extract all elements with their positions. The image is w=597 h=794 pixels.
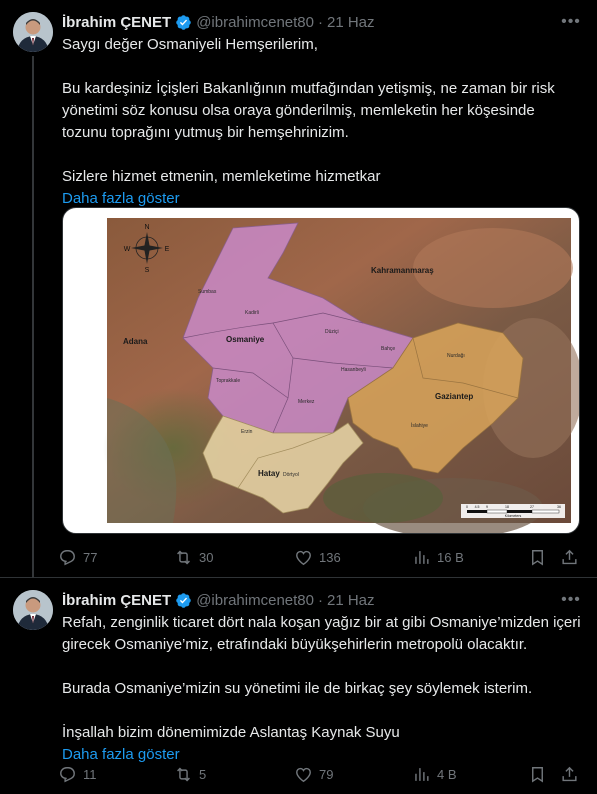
map-label-bahce: Bahçe (381, 346, 395, 352)
map-label-duzici: Düziçi (325, 329, 339, 335)
scale-tick: 36 (557, 505, 561, 509)
map-label-nurdagi: Nurdağı (447, 353, 465, 359)
tweet-paragraph: Refah, zenginlik ticaret dört nala koşan… (62, 614, 581, 653)
like-button[interactable]: 136 (294, 548, 341, 567)
like-icon (296, 767, 311, 782)
scale-tick: 9 (486, 505, 488, 509)
avatar[interactable] (13, 590, 53, 630)
more-icon[interactable]: ••• (559, 588, 583, 612)
compass-e-label: E (165, 246, 170, 253)
separator-dot: · (317, 13, 323, 31)
map-label-osmaniye: Osmaniye (226, 335, 265, 344)
scale-unit: Kilometers (505, 514, 522, 518)
tweet-date[interactable]: 21 Haz (327, 592, 375, 609)
tweet-1[interactable]: İbrahim ÇENET @ibrahimcenet80 · 21 Haz •… (0, 0, 597, 578)
map-label-erzin: Erzin (241, 429, 253, 435)
repost-icon (177, 550, 190, 564)
scale-tick: 27 (530, 505, 534, 509)
verified-badge-icon (176, 592, 191, 608)
tweet-text: Saygı değer Osmaniyeli Hemşerilerim, Bu … (62, 34, 583, 210)
map-scale-bar: 0 4.5 9 18 27 36 Kilometers (461, 504, 565, 518)
map-label-sumbas: Sumbas (198, 289, 217, 295)
views-count: 4 B (437, 766, 457, 782)
repost-count: 5 (199, 766, 207, 782)
author-handle[interactable]: @ibrahimcenet80 (196, 592, 314, 609)
tweet-header: İbrahim ÇENET @ibrahimcenet80 · 21 Haz (62, 12, 375, 32)
separator-dot: · (317, 591, 323, 609)
tweet-paragraph (62, 656, 583, 678)
tweet-paragraph (62, 56, 583, 78)
bookmark-button[interactable] (528, 765, 547, 784)
bookmark-icon (532, 766, 543, 783)
bookmark-icon (532, 549, 543, 566)
map-label-dortyol: Dörtyol (283, 472, 299, 478)
author-name[interactable]: İbrahim ÇENET (62, 14, 171, 31)
share-button[interactable] (560, 548, 579, 567)
tweet-text: Refah, zenginlik ticaret dört nala koşan… (62, 612, 583, 766)
tweet-paragraph: Bu kardeşiniz İçişleri Bakanlığının mutf… (62, 80, 555, 141)
like-count: 136 (319, 549, 341, 565)
reply-button[interactable]: 11 (58, 765, 97, 784)
repost-icon (177, 767, 190, 781)
reply-icon (60, 549, 75, 565)
share-icon (562, 766, 577, 781)
map-label-islahiye: İslahiye (411, 422, 428, 429)
thread-connector-line (32, 56, 34, 578)
map-image: N S E W Adana Osmaniye Kahramanmaraş Gaz… (103, 218, 579, 533)
scale-tick: 0 (466, 505, 468, 509)
tweet-actions: 77 30 136 16 B (58, 545, 583, 569)
map-label-merkez: Merkez (298, 399, 315, 405)
tweet-paragraph (62, 700, 583, 722)
reply-count: 77 (83, 549, 98, 565)
bookmark-button[interactable] (528, 548, 547, 567)
like-button[interactable]: 79 (294, 765, 333, 784)
verified-badge-icon (176, 14, 191, 30)
more-icon[interactable]: ••• (559, 10, 583, 34)
scale-tick: 4.5 (475, 505, 480, 509)
tweet-media-map[interactable]: N S E W Adana Osmaniye Kahramanmaraş Gaz… (62, 207, 580, 534)
reply-button[interactable]: 77 (58, 548, 97, 567)
tweet-2[interactable]: İbrahim ÇENET @ibrahimcenet80 · 21 Haz •… (0, 578, 597, 794)
views-button[interactable]: 16 B (412, 548, 464, 567)
tweet-paragraph: Saygı değer Osmaniyeli Hemşerilerim, (62, 36, 318, 53)
author-name[interactable]: İbrahim ÇENET (62, 592, 171, 609)
compass-s-label: S (145, 267, 150, 274)
tweet-header: İbrahim ÇENET @ibrahimcenet80 · 21 Haz (62, 590, 375, 610)
views-count: 16 B (437, 549, 464, 565)
scale-tick: 18 (505, 505, 509, 509)
compass-w-label: W (124, 246, 131, 253)
compass-n-label: N (144, 224, 149, 231)
share-icon (562, 549, 577, 564)
views-icon (415, 550, 429, 564)
reply-count: 11 (83, 766, 97, 782)
tweet-date[interactable]: 21 Haz (327, 14, 375, 31)
map-label-toprakkale: Toprakkale (216, 378, 240, 384)
tweet-paragraph (62, 144, 583, 166)
like-icon (296, 550, 311, 565)
map-label-gaziantep: Gaziantep (435, 392, 473, 401)
repost-button[interactable]: 30 (174, 548, 213, 567)
repost-count: 30 (199, 549, 214, 565)
map-label-adana: Adana (123, 337, 148, 346)
author-handle[interactable]: @ibrahimcenet80 (196, 14, 314, 31)
views-icon (415, 767, 429, 781)
map-label-kadirli: Kadirli (245, 310, 259, 316)
map-label-hasanbeyli: Hasanbeyli (341, 367, 366, 373)
tweet-paragraph: Burada Osmaniye’mizin su yönetimi ile de… (62, 680, 533, 697)
like-count: 79 (319, 766, 334, 782)
map-label-hatay: Hatay (258, 469, 280, 478)
map-label-kahramanmaras: Kahramanmaraş (371, 266, 434, 275)
repost-button[interactable]: 5 (174, 765, 206, 784)
tweet-paragraph: İnşallah bizim dönemimizde Aslantaş Kayn… (62, 724, 400, 741)
tweet-paragraph: Sizlere hizmet etmenin, memleketime hizm… (62, 168, 381, 185)
share-button[interactable] (560, 765, 579, 784)
views-button[interactable]: 4 B (412, 765, 457, 784)
reply-icon (60, 766, 75, 782)
tweet-actions: 11 5 79 4 B (58, 762, 583, 786)
avatar[interactable] (13, 12, 53, 52)
